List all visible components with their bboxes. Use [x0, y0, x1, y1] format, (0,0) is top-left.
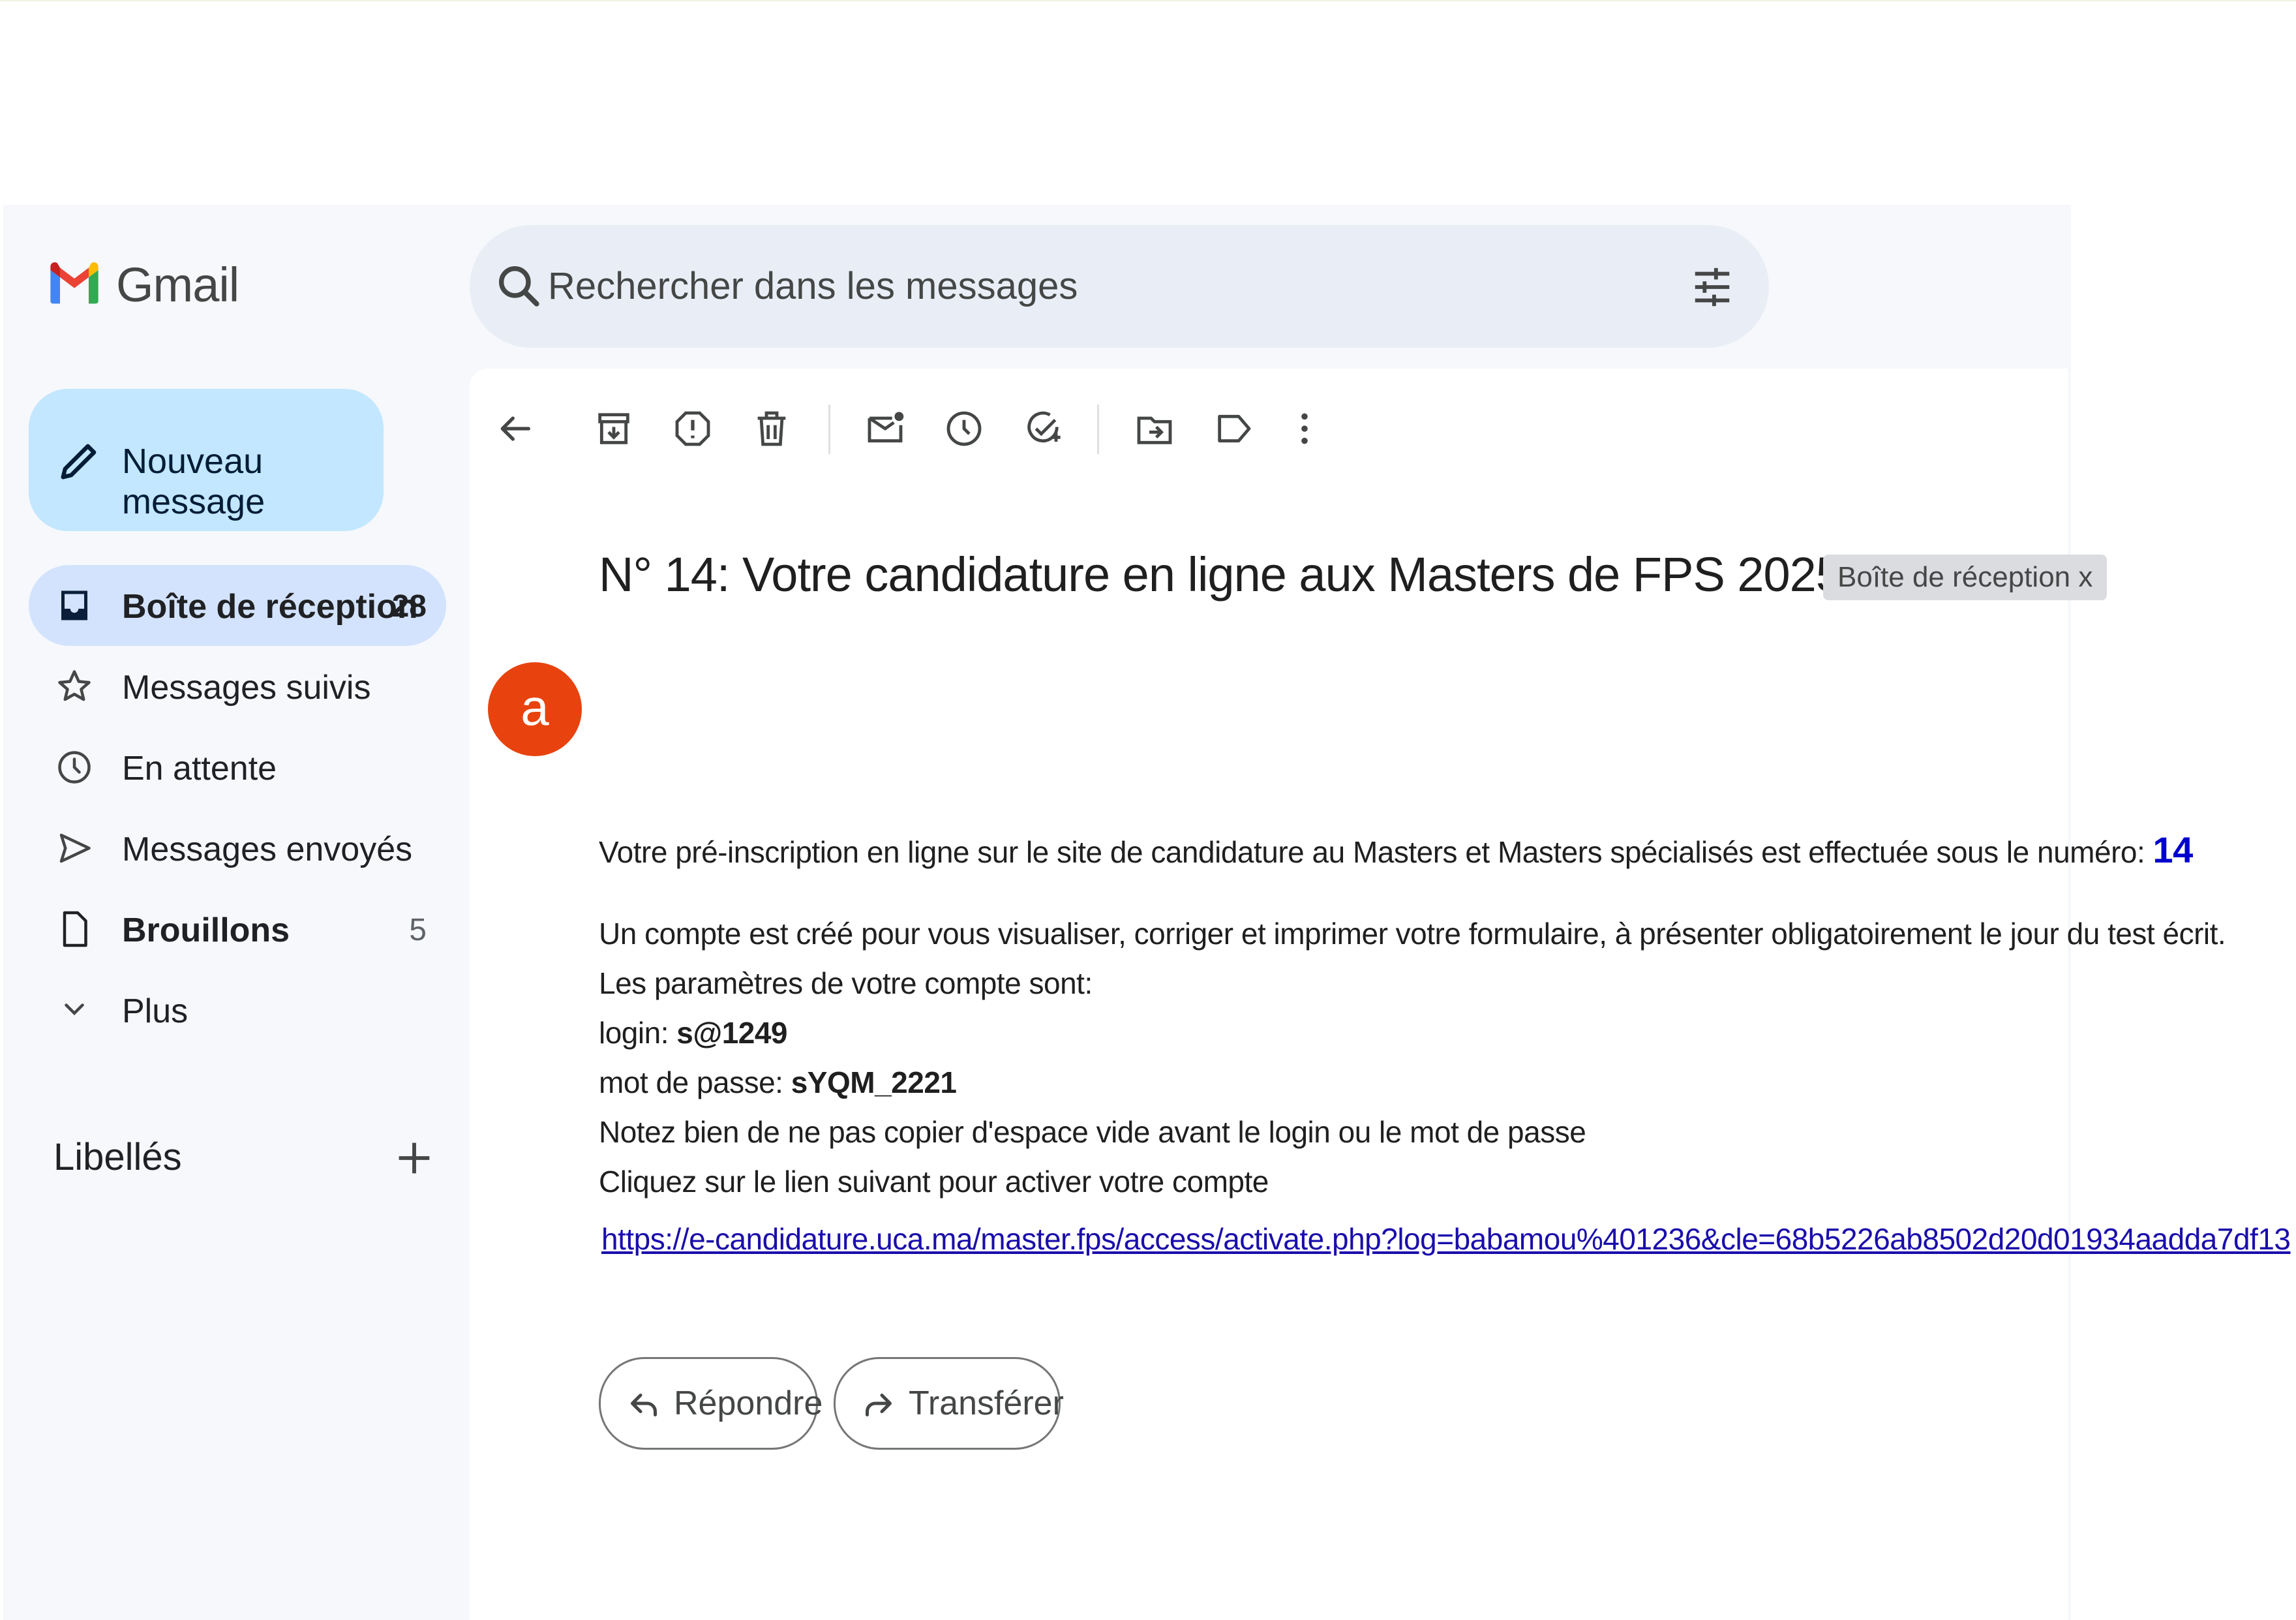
- draft-count: 5: [409, 913, 427, 947]
- forward-label: Transférer: [909, 1384, 1064, 1422]
- add-task-icon[interactable]: [1022, 408, 1064, 450]
- draft-icon: [63, 911, 87, 947]
- reply-label: Répondre: [674, 1384, 823, 1422]
- sidebar-item-sent[interactable]: Messages envoyés: [29, 808, 446, 889]
- sidebar-item-inbox[interactable]: Boîte de réception 28: [29, 565, 446, 646]
- password-label: mot de passe:: [599, 1065, 791, 1099]
- body-line-registration: Votre pré-inscription en ligne sur le si…: [599, 829, 2193, 871]
- gmail-logo[interactable]: Gmail: [46, 256, 239, 313]
- sidebar-item-starred[interactable]: Messages suivis: [29, 646, 446, 727]
- sidebar-item-label: En attente: [122, 750, 277, 787]
- body-line-instructions: Cliquez sur le lien suivant pour activer…: [599, 1165, 1269, 1199]
- registration-text: Votre pré-inscription en ligne sur le si…: [599, 835, 2153, 869]
- activation-link[interactable]: https://e-candidature.uca.ma/master.fps/…: [601, 1221, 2291, 1257]
- snooze-icon[interactable]: [943, 408, 985, 450]
- sidebar-item-drafts[interactable]: Brouillons 5: [29, 889, 446, 970]
- reply-button[interactable]: Répondre: [599, 1357, 823, 1450]
- body-line-login: login: s@1249: [599, 1015, 788, 1050]
- sidebar-item-more[interactable]: Plus: [29, 970, 446, 1050]
- chevron-down-icon: [65, 1003, 84, 1016]
- back-arrow-icon[interactable]: [494, 408, 536, 450]
- sidebar-item-label: Messages suivis: [122, 669, 371, 707]
- sidebar-item-label: Messages envoyés: [122, 831, 413, 868]
- label-icon[interactable]: [1213, 408, 1254, 450]
- chip-label: Boîte de réception: [1837, 561, 2071, 593]
- search-input[interactable]: Rechercher dans les messages: [548, 264, 1078, 308]
- unread-count: 28: [391, 589, 427, 624]
- delete-icon[interactable]: [751, 408, 793, 450]
- toolbar-divider: [1097, 405, 1099, 454]
- compose-label: Nouveau message: [122, 442, 265, 521]
- body-line-account: Un compte est créé pour vous visualiser,…: [599, 917, 2226, 951]
- login-label: login:: [599, 1016, 677, 1050]
- inbox-icon: [61, 590, 87, 620]
- move-to-icon[interactable]: [1134, 408, 1175, 450]
- forward-icon: [866, 1394, 892, 1416]
- more-options-icon[interactable]: [1284, 408, 1325, 450]
- report-spam-icon[interactable]: [672, 408, 714, 450]
- mark-unread-icon[interactable]: [864, 408, 906, 450]
- sender-avatar[interactable]: a: [488, 662, 582, 756]
- inbox-label-chip[interactable]: Boîte de réception x: [1823, 555, 2107, 600]
- compose-button[interactable]: Nouveau message: [29, 389, 384, 531]
- star-icon: [58, 670, 91, 701]
- app-name: Gmail: [116, 257, 239, 312]
- reply-icon: [631, 1394, 657, 1416]
- search-icon[interactable]: [493, 260, 545, 313]
- registration-number: 14: [2152, 829, 2194, 870]
- pencil-icon: [61, 444, 97, 480]
- search-bar[interactable]: Rechercher dans les messages: [470, 225, 1769, 348]
- archive-icon[interactable]: [593, 408, 635, 450]
- add-label-icon[interactable]: [391, 1135, 437, 1181]
- sidebar-item-label: Brouillons: [122, 911, 290, 949]
- body-line-password: mot de passe: sYQM_2221: [599, 1065, 957, 1100]
- message-subject: N° 14: Votre candidature en ligne aux Ma…: [599, 547, 1963, 602]
- body-line-note: Notez bien de ne pas copier d'espace vid…: [599, 1115, 1586, 1149]
- toolbar-divider: [828, 405, 830, 454]
- clock-icon: [58, 751, 91, 784]
- window-top-border: [0, 0, 2296, 1]
- labels-heading: Libellés: [53, 1136, 182, 1178]
- sidebar-item-label: Boîte de réception: [122, 588, 418, 626]
- sidebar-item-label: Plus: [122, 992, 189, 1030]
- search-options-icon[interactable]: [1689, 264, 1735, 310]
- login-value: s@1249: [676, 1016, 788, 1050]
- sidebar-item-snoozed[interactable]: En attente: [29, 727, 446, 808]
- body-line-params: Les paramètres de votre compte sont:: [599, 966, 1093, 1000]
- send-icon: [59, 833, 91, 863]
- gmail-m-icon: [50, 262, 98, 304]
- password-value: sYQM_2221: [791, 1065, 957, 1099]
- chip-remove-icon[interactable]: x: [2078, 561, 2092, 593]
- forward-button[interactable]: Transférer: [834, 1357, 1064, 1450]
